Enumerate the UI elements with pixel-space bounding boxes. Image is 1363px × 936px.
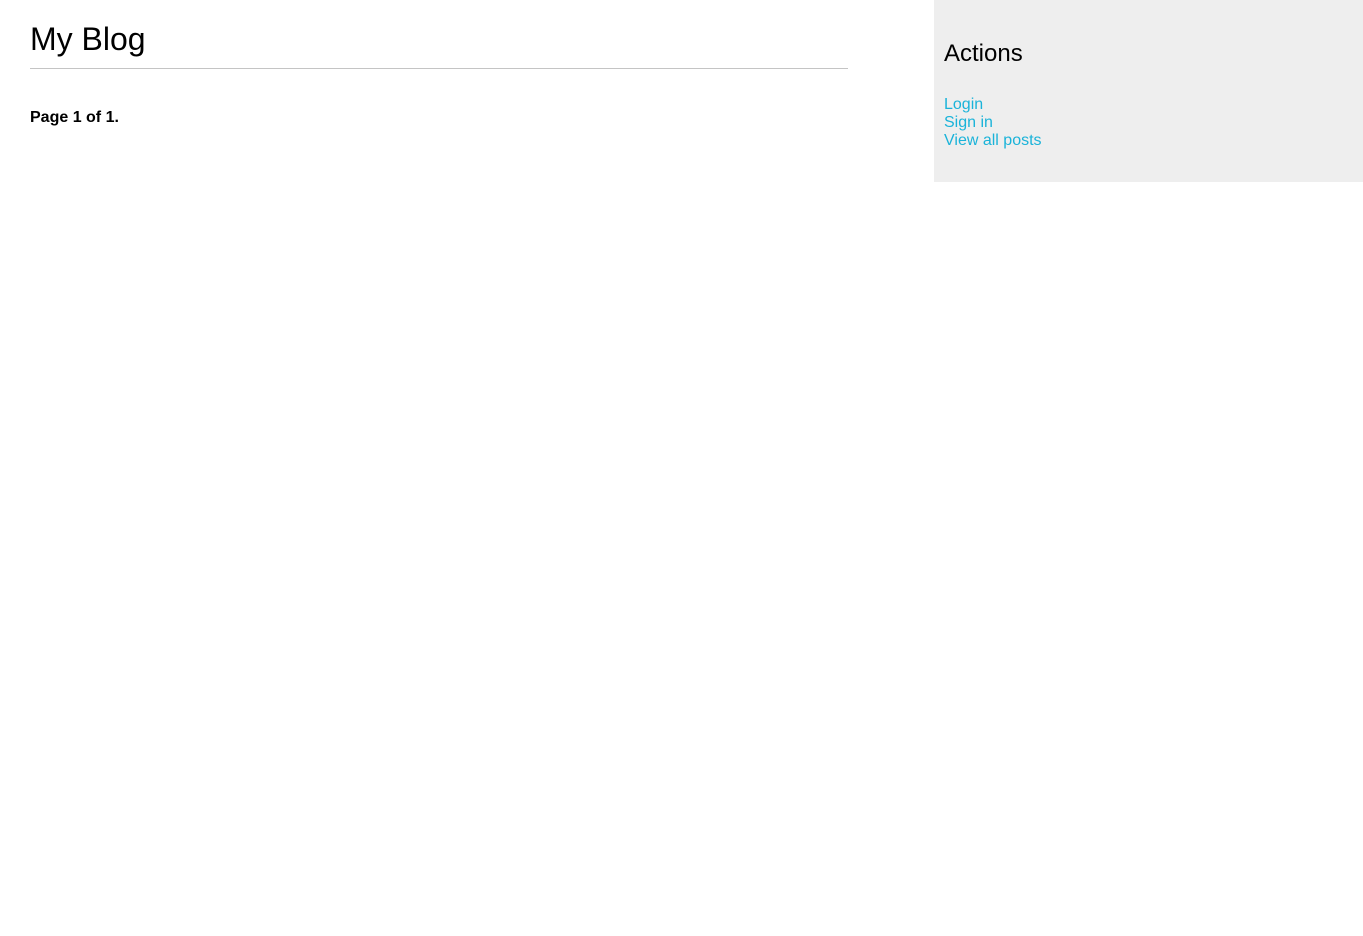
title-divider — [30, 68, 848, 69]
main-content: My Blog Page 1 of 1. — [30, 0, 848, 127]
action-item-login: Login — [944, 96, 1363, 114]
action-item-view-all-posts: View all posts — [944, 132, 1363, 150]
page-title: My Blog — [30, 21, 146, 57]
sign-in-link[interactable]: Sign in — [944, 114, 993, 131]
actions-list: Login Sign in View all posts — [944, 96, 1363, 150]
login-link[interactable]: Login — [944, 96, 983, 113]
pagination-status: Page 1 of 1. — [30, 109, 119, 126]
action-item-sign-in: Sign in — [944, 114, 1363, 132]
view-all-posts-link[interactable]: View all posts — [944, 132, 1042, 149]
sidebar-title: Actions — [944, 40, 1023, 67]
sidebar: Actions Login Sign in View all posts — [934, 0, 1363, 182]
